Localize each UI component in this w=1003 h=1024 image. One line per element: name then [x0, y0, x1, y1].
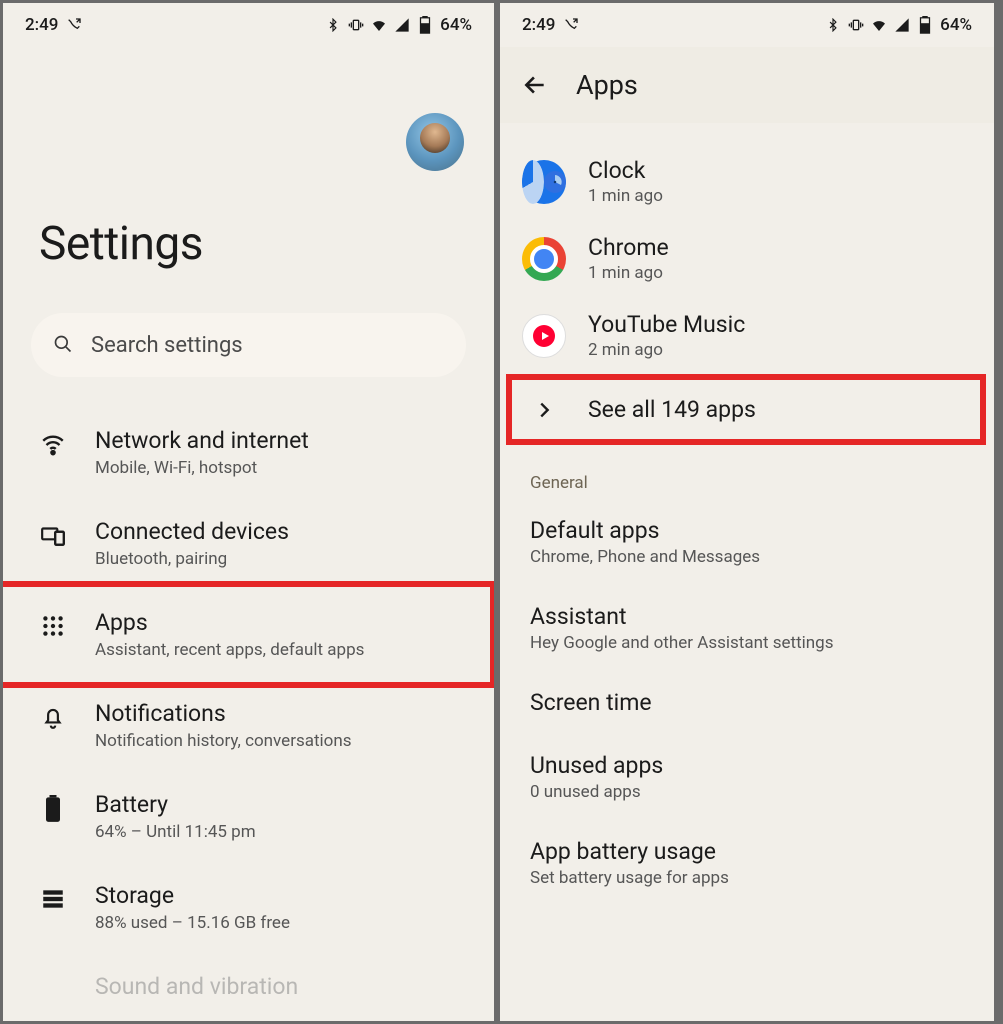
item-sub: Set battery usage for apps — [530, 868, 964, 888]
see-all-label: See all 149 apps — [588, 396, 756, 423]
app-bar: Apps — [500, 47, 994, 123]
status-left: 2:49 — [25, 15, 82, 35]
bell-icon — [33, 700, 73, 730]
sound-icon — [33, 973, 73, 977]
status-time: 2:49 — [522, 15, 555, 35]
search-settings[interactable]: Search settings — [31, 313, 466, 377]
phone-left: 2:49 64% Settings — [0, 0, 497, 1024]
page-title: Settings — [3, 47, 494, 299]
status-left: 2:49 — [522, 15, 579, 35]
wifi-icon — [33, 427, 73, 457]
signal-icon — [894, 17, 910, 33]
battery-percent: 64% — [440, 15, 472, 35]
see-all-apps[interactable]: See all 149 apps — [500, 374, 994, 445]
battery-icon — [33, 791, 73, 823]
status-bar: 2:49 64% — [3, 3, 494, 47]
search-icon — [53, 334, 75, 356]
back-button[interactable] — [522, 71, 550, 99]
apps-list: Clock 1 min ago Chrome 1 min ago YouTube… — [500, 123, 994, 906]
item-title: Storage — [95, 882, 464, 909]
wifi-status-icon — [371, 17, 387, 33]
app-item-youtube-music[interactable]: YouTube Music 2 min ago — [500, 297, 994, 374]
item-sub: Mobile, Wi-Fi, hotspot — [95, 458, 464, 478]
item-title: Assistant — [530, 603, 964, 630]
bluetooth-icon — [325, 17, 341, 33]
settings-item-sound[interactable]: Sound and vibration — [3, 953, 494, 1020]
item-sub: Hey Google and other Assistant settings — [530, 633, 964, 653]
app-title: YouTube Music — [588, 311, 972, 338]
item-sub: 88% used – 15.16 GB free — [95, 913, 464, 933]
settings-item-apps[interactable]: Apps Assistant, recent apps, default app… — [3, 589, 494, 680]
storage-icon — [33, 882, 73, 912]
appbar-title: Apps — [576, 69, 638, 101]
vibrate-icon — [348, 17, 364, 33]
item-sub: Bluetooth, pairing — [95, 549, 464, 569]
chrome-app-icon — [522, 237, 566, 281]
app-title: Chrome — [588, 234, 972, 261]
general-item-assistant[interactable]: Assistant Hey Google and other Assistant… — [500, 585, 994, 671]
general-item-default-apps[interactable]: Default apps Chrome, Phone and Messages — [500, 499, 994, 585]
item-sub: 64% – Until 11:45 pm — [95, 822, 464, 842]
item-sub: Notification history, conversations — [95, 731, 464, 751]
item-title: Notifications — [95, 700, 464, 727]
youtube-music-app-icon — [522, 314, 566, 358]
item-title: Apps — [95, 609, 464, 636]
status-right: 64% — [825, 15, 972, 35]
item-sub: 0 unused apps — [530, 782, 964, 802]
search-placeholder: Search settings — [91, 333, 243, 358]
apps-grid-icon — [33, 609, 73, 639]
vibrate-icon — [848, 17, 864, 33]
chevron-right-icon — [522, 399, 566, 421]
settings-list: Network and internet Mobile, Wi-Fi, hots… — [3, 387, 494, 1020]
settings-item-battery[interactable]: Battery 64% – Until 11:45 pm — [3, 771, 494, 862]
item-title: Network and internet — [95, 427, 464, 454]
status-right: 64% — [325, 15, 472, 35]
phone-right: 2:49 64% Apps — [497, 0, 997, 1024]
battery-status-icon — [917, 17, 933, 33]
call-forward-icon — [563, 17, 579, 33]
item-title: Screen time — [530, 689, 964, 716]
see-all-apps-wrap: See all 149 apps — [500, 374, 994, 445]
item-sub: Chrome, Phone and Messages — [530, 547, 964, 567]
settings-item-network[interactable]: Network and internet Mobile, Wi-Fi, hots… — [3, 407, 494, 498]
status-bar: 2:49 64% — [500, 3, 994, 47]
section-general-label: General — [500, 445, 994, 499]
app-title: Clock — [588, 157, 972, 184]
item-title: Connected devices — [95, 518, 464, 545]
battery-percent: 64% — [940, 15, 972, 35]
item-title: App battery usage — [530, 838, 964, 865]
app-sub: 1 min ago — [588, 186, 972, 206]
settings-item-connected-devices[interactable]: Connected devices Bluetooth, pairing — [3, 498, 494, 589]
clock-app-icon — [522, 160, 566, 204]
app-item-chrome[interactable]: Chrome 1 min ago — [500, 220, 994, 297]
wifi-status-icon — [871, 17, 887, 33]
bluetooth-icon — [825, 17, 841, 33]
settings-item-storage[interactable]: Storage 88% used – 15.16 GB free — [3, 862, 494, 953]
item-title: Battery — [95, 791, 464, 818]
signal-icon — [394, 17, 410, 33]
item-title: Sound and vibration — [95, 973, 464, 1000]
battery-status-icon — [417, 17, 433, 33]
app-sub: 1 min ago — [588, 263, 972, 283]
item-title: Default apps — [530, 517, 964, 544]
status-time: 2:49 — [25, 15, 58, 35]
general-item-app-battery-usage[interactable]: App battery usage Set battery usage for … — [500, 820, 994, 906]
general-item-unused-apps[interactable]: Unused apps 0 unused apps — [500, 734, 994, 820]
app-sub: 2 min ago — [588, 340, 972, 360]
profile-avatar[interactable] — [406, 113, 464, 171]
item-title: Unused apps — [530, 752, 964, 779]
call-forward-icon — [66, 17, 82, 33]
app-item-clock[interactable]: Clock 1 min ago — [500, 143, 994, 220]
settings-item-notifications[interactable]: Notifications Notification history, conv… — [3, 680, 494, 771]
item-sub: Assistant, recent apps, default apps — [95, 640, 464, 660]
general-item-screen-time[interactable]: Screen time — [500, 671, 994, 734]
devices-icon — [33, 518, 73, 548]
